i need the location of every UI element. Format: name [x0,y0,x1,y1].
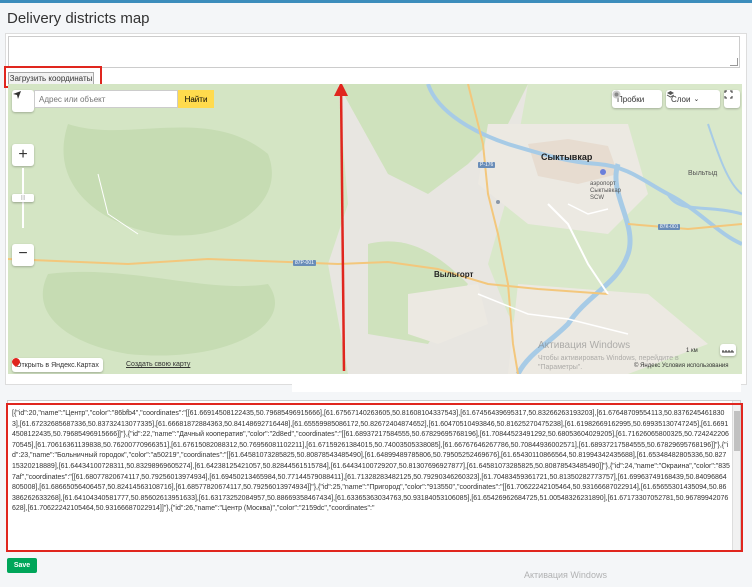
traffic-icon [612,90,621,99]
map-search-input[interactable] [34,90,178,108]
map-scale: 1 км [686,348,698,354]
map-canvas [8,84,742,374]
map-label-airport-1: аэропорт [590,181,616,187]
highlight-box-json [6,403,743,552]
traffic-label: Пробки [617,94,645,104]
map-find-button[interactable]: Найти [178,90,214,108]
page-title: Delivery districts map [7,10,150,27]
windows-activation-line2: "Параметры". [538,364,583,371]
zoom-in-button[interactable]: + [12,144,34,166]
map-bottom-strip [292,380,741,392]
yandex-map[interactable]: Сыктывкар Выльгорт аэропорт Сыктывкар SC… [8,84,742,374]
open-in-yandex-link[interactable]: Открыть в Яндекс.Картах [12,358,103,372]
geolocation-icon [13,91,21,99]
expand-icon [724,90,733,99]
resize-handle[interactable] [730,58,738,66]
ruler-icon [722,350,734,353]
map-label-vyltyd: Выльтыд [688,170,718,177]
coordinates-input-top[interactable] [8,36,740,68]
map-pin-icon [12,358,20,367]
chevron-down-icon: ⌄ [693,96,700,103]
save-button[interactable]: Save [7,558,37,573]
map-label-vylgort: Выльгорт [434,270,474,279]
zoom-out-button[interactable]: − [12,244,34,266]
windows-activation-watermark: Активация Windows [538,340,631,351]
top-accent-bar [0,0,752,3]
fullscreen-button[interactable] [724,90,740,108]
windows-activation-line1: Чтобы активировать Windows, перейдите в [538,355,679,362]
map-copyright: © Яндекс Условия использования [634,363,729,369]
layers-button[interactable]: Слои ⌄ [666,90,720,108]
windows-activation-bottom: Активация Windows [524,570,607,580]
ruler-button[interactable] [720,344,736,356]
traffic-button[interactable]: Пробки [612,90,662,108]
map-label-syktyvkar: Сыктывкар [541,152,593,162]
road-label-87k001: 87К-001 [658,224,681,230]
create-map-link[interactable]: Создать свою карту [126,361,190,368]
geolocation-button[interactable] [12,90,34,112]
road-label-87r001: 87Р-001 [293,260,316,266]
layers-icon [666,91,675,98]
map-label-airport-3: SCW [590,195,604,201]
zoom-slider-handle[interactable]: ||| [12,194,34,202]
map-label-airport-2: Сыктывкар [590,188,622,194]
open-in-yandex-label: Открыть в Яндекс.Картах [16,361,99,369]
road-label-p176: Р-176 [478,162,496,168]
